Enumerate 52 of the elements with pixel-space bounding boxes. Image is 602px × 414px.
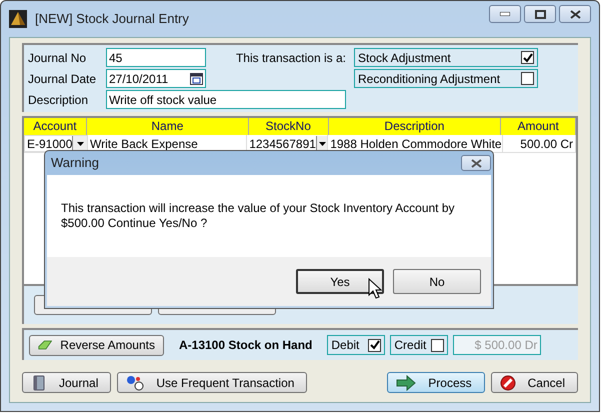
close-button[interactable] (559, 5, 591, 23)
caret-icon (318, 142, 326, 146)
dialog-button[interactable]: Yes (296, 269, 384, 294)
pointer-icon (368, 278, 382, 300)
account-label: A-13100 Stock on Hand (179, 337, 312, 354)
dialog-button[interactable]: No (393, 269, 481, 294)
field-label: Description (28, 92, 90, 108)
close-icon (470, 158, 482, 168)
dialog-message: This transaction will increase the value of your Stock Inventory Account by $500.00 Continue Yes/No ? (61, 201, 456, 231)
cancel-icon (500, 374, 516, 390)
entry-type-option[interactable]: Credit (390, 335, 448, 355)
column-header: Description (328, 118, 502, 135)
caret-icon (76, 142, 84, 146)
circles-icon (126, 374, 144, 390)
maximize-button[interactable] (524, 5, 556, 23)
column-header: Account (24, 118, 87, 135)
column-header: Amount (501, 118, 576, 135)
dialog-title: Warning (51, 154, 99, 172)
minimize-icon (500, 12, 510, 16)
column-header: StockNo (248, 118, 328, 135)
close-icon (570, 10, 580, 18)
arrow-icon (396, 374, 416, 390)
field-label: Journal Date (28, 70, 98, 88)
transaction-label: This transaction is a: (236, 50, 346, 66)
checkbox[interactable] (521, 51, 534, 64)
column-header: Name (86, 118, 249, 135)
dropdown-button[interactable] (72, 136, 87, 152)
dropdown-button[interactable] (316, 136, 328, 152)
minimize-button[interactable] (489, 5, 521, 23)
checkbox[interactable] (431, 338, 444, 352)
footer-button[interactable]: Use Frequent Transaction (117, 372, 308, 393)
window-title: [NEW] Stock Journal Entry (35, 10, 189, 28)
pyramid-icon (9, 10, 27, 28)
date-field[interactable]: 27/10/2011 (106, 69, 206, 88)
checkbox[interactable] (368, 338, 382, 352)
book-icon (31, 374, 47, 390)
footer-button[interactable]: Process (387, 372, 485, 393)
checkbox[interactable] (521, 72, 534, 85)
input-field[interactable]: 45 (106, 48, 206, 67)
reverse-amounts-button[interactable]: Reverse Amounts (29, 334, 164, 356)
transaction-type-option[interactable]: Reconditioning Adjustment (354, 69, 538, 88)
field-label: Journal No (28, 50, 88, 66)
input-field[interactable]: Write off stock value (106, 90, 346, 109)
entry-type-option[interactable]: Debit (327, 335, 386, 355)
table-cell: 500.00 Cr (502, 135, 576, 152)
footer-button[interactable]: Cancel (490, 372, 578, 393)
transaction-type-option[interactable]: Stock Adjustment (354, 48, 538, 67)
amount-field: $ 500.00 Dr (453, 335, 542, 355)
calendar-icon[interactable] (190, 72, 203, 85)
maximize-icon (534, 10, 546, 18)
close-button[interactable] (461, 155, 491, 171)
footer-button[interactable]: Journal (22, 372, 112, 393)
